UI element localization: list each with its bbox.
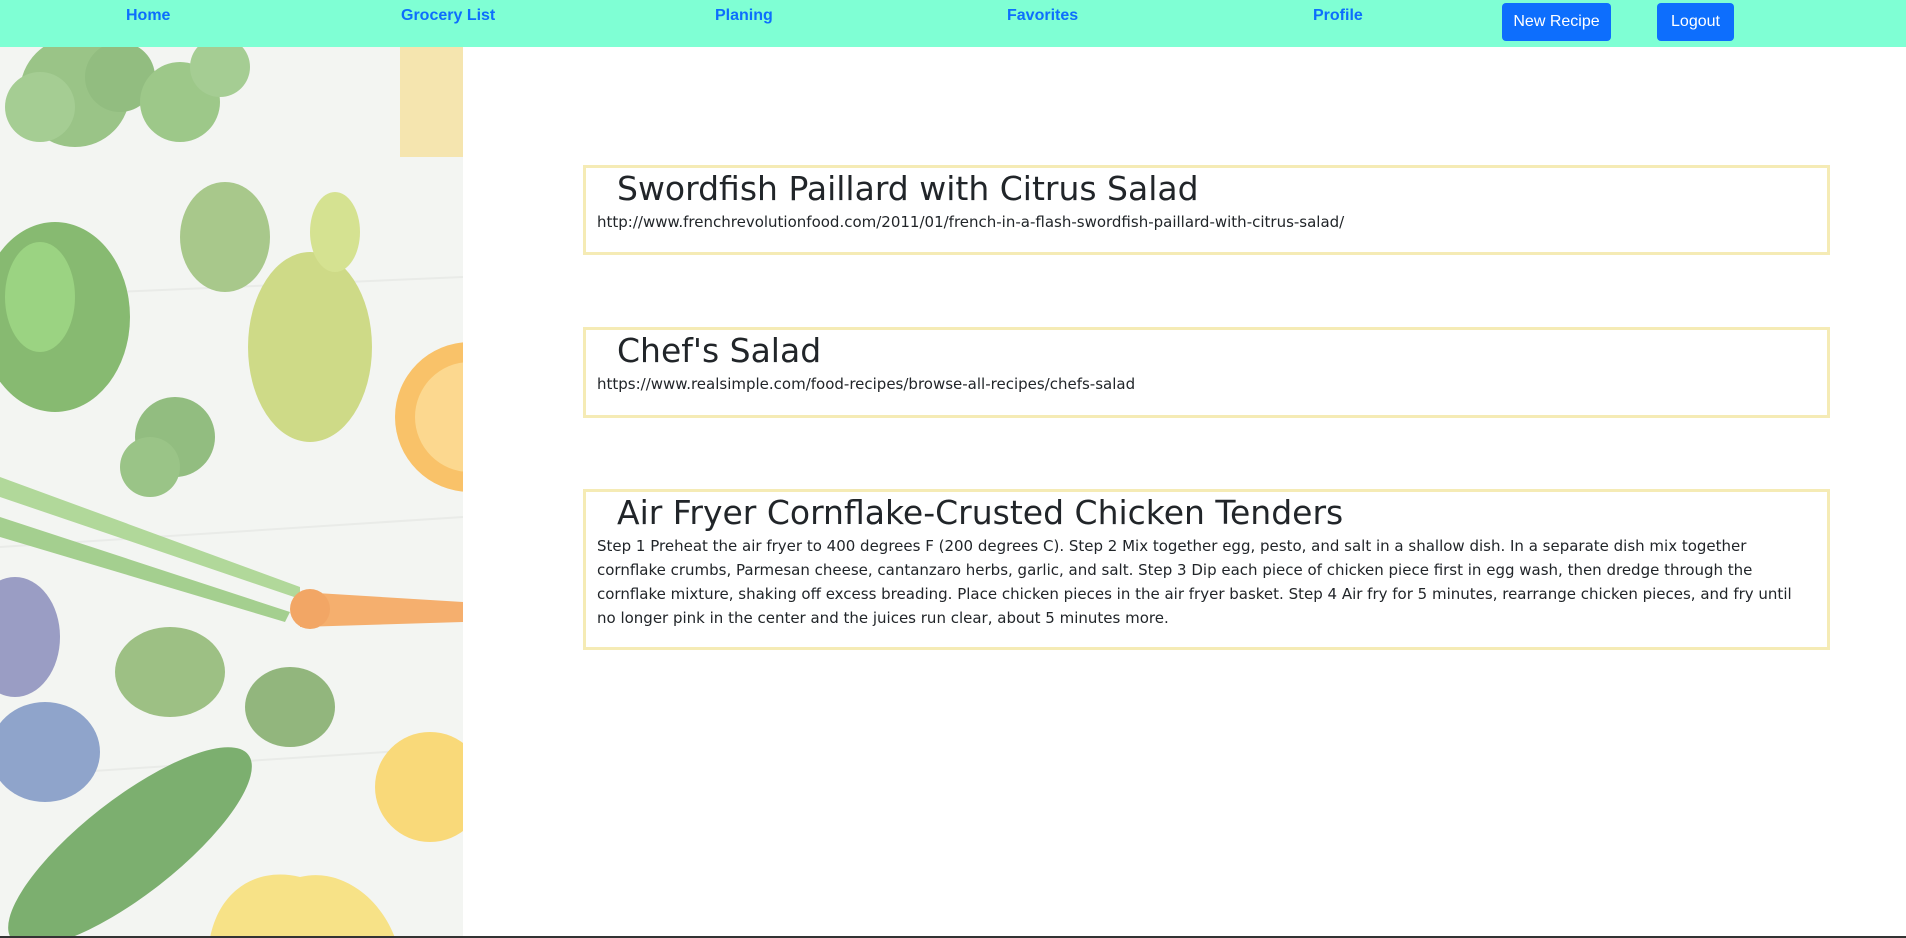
recipe-card[interactable]: Chef's Salad https://www.realsimple.com/… — [583, 327, 1830, 418]
recipe-url: https://www.realsimple.com/food-recipes/… — [597, 375, 1136, 393]
nav-link-profile[interactable]: Profile — [1313, 7, 1363, 25]
recipe-card[interactable]: Air Fryer Cornflake-Crusted Chicken Tend… — [583, 489, 1830, 650]
recipe-card[interactable]: Swordfish Paillard with Citrus Salad htt… — [583, 165, 1830, 255]
nav-link-favorites[interactable]: Favorites — [1007, 7, 1078, 25]
nav-link-grocery-list[interactable]: Grocery List — [401, 7, 495, 25]
nav-link-home[interactable]: Home — [126, 7, 170, 25]
recipe-title: Chef's Salad — [617, 331, 822, 370]
recipe-title: Air Fryer Cornflake-Crusted Chicken Tend… — [617, 493, 1344, 532]
recipe-list: Swordfish Paillard with Citrus Salad htt… — [463, 47, 1906, 938]
navbar: Home Grocery List Planing Favorites Prof… — [0, 0, 1906, 47]
new-recipe-button[interactable]: New Recipe — [1502, 3, 1611, 41]
image-overlay — [0, 47, 463, 938]
recipe-title: Swordfish Paillard with Citrus Salad — [617, 169, 1199, 208]
recipe-url: http://www.frenchrevolutionfood.com/2011… — [597, 213, 1345, 231]
recipe-instructions: Step 1 Preheat the air fryer to 400 degr… — [597, 537, 1792, 627]
vegetables-background-image — [0, 47, 463, 938]
logout-button[interactable]: Logout — [1657, 3, 1734, 41]
nav-link-planing[interactable]: Planing — [715, 7, 773, 25]
